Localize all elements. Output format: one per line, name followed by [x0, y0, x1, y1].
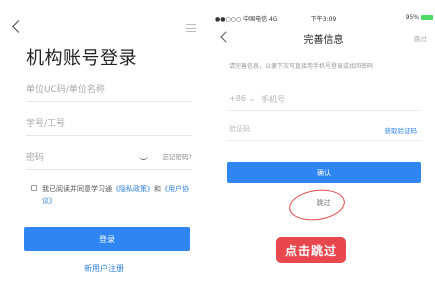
- get-code-button[interactable]: 获取验证码: [385, 125, 418, 135]
- password-placeholder: 密码: [26, 153, 45, 163]
- battery-indicator: 95%: [406, 14, 433, 21]
- agreement-and: 和: [154, 185, 161, 193]
- back-chevron-icon[interactable]: [12, 20, 25, 33]
- verification-code-field[interactable]: 验证码 获取验证码: [227, 117, 421, 141]
- register-link[interactable]: 新用户注册: [0, 263, 208, 274]
- hint-text: 请完善信息，以便下次可直接用手机号登录或找回密码: [229, 63, 374, 70]
- org-placeholder: 单位UC码/单位名称: [26, 85, 105, 95]
- forgot-password-link[interactable]: 忘记密码?: [163, 151, 192, 161]
- tap-skip-annotation: 点击跳过: [276, 237, 347, 263]
- nav-title: 完善信息: [303, 35, 344, 46]
- battery-percent: 95%: [405, 14, 419, 21]
- status-bar: ●●○○○ 中国电信 4G 下午3:09 95%: [212, 14, 435, 24]
- country-code-selector[interactable]: +86 ⌄: [229, 94, 255, 103]
- complete-info-screen: ●●○○○ 中国电信 4G 下午3:09 95% 完善信息 跳过 请完善信息，以…: [212, 0, 435, 300]
- agreement-prefix: 我已阅读并同意学习通: [42, 185, 112, 193]
- battery-icon: [421, 15, 433, 20]
- agreement-checkbox[interactable]: [31, 185, 37, 191]
- confirm-button[interactable]: 确认: [227, 162, 421, 183]
- nav-skip-button[interactable]: 跳过: [414, 33, 427, 43]
- status-time: 下午3:09: [310, 16, 337, 23]
- nav-bar: 完善信息 跳过: [212, 30, 435, 46]
- privacy-policy-link[interactable]: 《隐私政策》: [112, 185, 154, 193]
- agreement-row: 我已阅读并同意学习通《隐私政策》和《用户协议》: [31, 183, 191, 207]
- student-id-field[interactable]: 学号/工号: [26, 110, 192, 136]
- eye-closed-icon[interactable]: [139, 155, 148, 160]
- phone-placeholder: 手机号: [261, 95, 285, 104]
- page-title: 机构账号登录: [26, 48, 137, 69]
- password-field[interactable]: 密码 忘记密码?: [26, 144, 192, 170]
- student-id-placeholder: 学号/工号: [26, 119, 66, 129]
- menu-icon[interactable]: [186, 24, 196, 32]
- code-placeholder: 验证码: [229, 125, 250, 133]
- institution-login-screen: 机构账号登录 单位UC码/单位名称 学号/工号 密码 忘记密码? 我已阅读并同意…: [0, 0, 208, 300]
- org-field[interactable]: 单位UC码/单位名称: [26, 76, 192, 102]
- login-button[interactable]: 登录: [24, 227, 190, 251]
- phone-field[interactable]: +86 ⌄ 手机号: [227, 87, 421, 111]
- skip-link[interactable]: 跳过: [212, 198, 435, 208]
